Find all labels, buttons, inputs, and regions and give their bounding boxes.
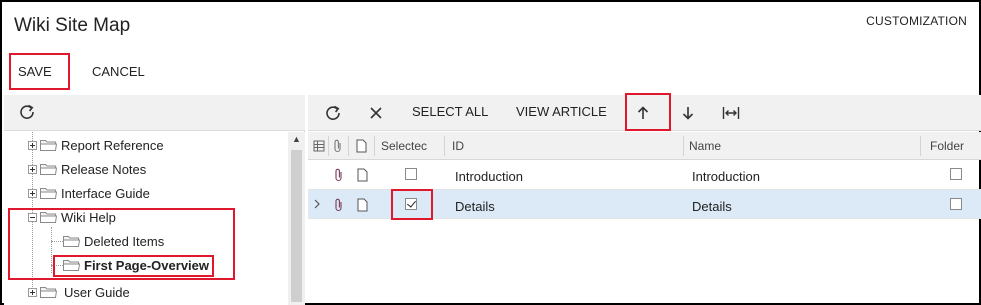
column-separator (444, 136, 445, 156)
tree-item-release-notes[interactable]: Release Notes (28, 158, 146, 180)
expand-icon[interactable] (28, 140, 37, 150)
column-header-selected[interactable]: Selectec (381, 139, 427, 153)
row-pointer-icon (314, 199, 320, 209)
column-separator (920, 136, 921, 156)
id-cell: Details (455, 199, 495, 214)
note-icon[interactable] (357, 168, 368, 182)
selected-checkbox[interactable] (405, 168, 417, 180)
save-button[interactable]: SAVE (18, 64, 52, 79)
fit-width-icon[interactable] (722, 105, 740, 121)
tree-item-label: Interface Guide (61, 185, 150, 201)
attachment-icon[interactable] (334, 198, 344, 212)
expand-icon[interactable] (28, 287, 37, 297)
select-all-button[interactable]: SELECT ALL (412, 104, 488, 119)
tree-item-report-reference[interactable]: Report Reference (28, 134, 164, 156)
folder-icon (40, 139, 57, 151)
scroll-up-icon[interactable]: ▲ (292, 134, 301, 144)
column-separator (683, 136, 684, 156)
tree-item-label: User Guide (64, 284, 130, 300)
tree-item-label: Report Reference (61, 137, 164, 153)
window-frame: Wiki Site Map CUSTOMIZATION SAVE CANCEL … (0, 0, 981, 305)
tree-item-label: Release Notes (61, 161, 147, 177)
tree-toolbar (4, 95, 305, 131)
move-up-highlight-box (625, 93, 671, 131)
folder-icon (40, 163, 57, 175)
folder-checkbox[interactable] (950, 168, 962, 180)
attachment-icon[interactable] (334, 168, 344, 182)
note-icon (356, 139, 367, 153)
expand-icon[interactable] (28, 188, 37, 198)
column-header-id[interactable]: ID (452, 139, 464, 153)
selected-checkbox-highlight-box (391, 189, 433, 220)
note-icon[interactable] (357, 198, 368, 212)
scrollbar-thumb[interactable] (291, 150, 302, 302)
column-separator (328, 136, 329, 156)
id-cell: Introduction (455, 169, 523, 184)
customization-link[interactable]: CUSTOMIZATION (866, 14, 967, 28)
table-row[interactable]: Introduction Introduction (308, 161, 981, 190)
name-cell: Details (692, 199, 732, 214)
column-header-name[interactable]: Name (689, 139, 721, 153)
cancel-button[interactable]: CANCEL (92, 64, 145, 79)
folder-icon (40, 286, 57, 298)
view-article-button[interactable]: VIEW ARTICLE (516, 104, 607, 119)
column-separator (348, 136, 349, 156)
close-icon[interactable] (368, 105, 384, 121)
column-header-folder[interactable]: Folder (930, 139, 964, 153)
folder-checkbox[interactable] (950, 198, 962, 210)
first-page-highlight-box (53, 255, 214, 277)
expand-icon[interactable] (28, 164, 37, 174)
column-separator (374, 136, 375, 156)
arrow-down-icon[interactable] (680, 105, 696, 121)
tree-item-user-guide[interactable]: User Guide (28, 281, 130, 303)
refresh-icon[interactable] (324, 104, 342, 122)
tree-item-interface-guide[interactable]: Interface Guide (28, 182, 150, 204)
grid-settings-icon[interactable] (313, 140, 325, 152)
page-title: Wiki Site Map (14, 15, 131, 36)
tree-scrollbar[interactable]: ▲ (288, 132, 305, 305)
name-cell: Introduction (692, 169, 760, 184)
refresh-icon[interactable] (18, 103, 36, 121)
grid-header: Selectec ID Name Folder (308, 132, 981, 160)
attachment-icon (334, 139, 341, 153)
folder-icon (40, 187, 57, 199)
